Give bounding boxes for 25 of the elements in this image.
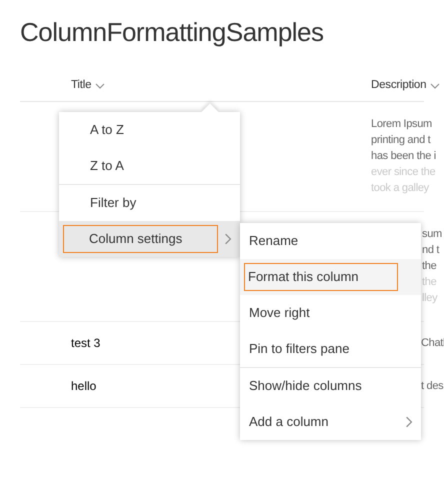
chevron-down-icon xyxy=(95,80,106,90)
description-text: Chatl xyxy=(421,336,444,351)
menu-item[interactable]: Add a column xyxy=(240,404,421,440)
description-text: sum xyxy=(422,227,442,242)
chevron-down-icon xyxy=(430,80,440,90)
column-header[interactable]: Title xyxy=(71,76,92,94)
description-text: has been the i xyxy=(371,149,436,164)
column-header[interactable]: Description xyxy=(371,76,426,94)
menu-item[interactable]: Z to A xyxy=(59,148,240,184)
menu-item[interactable]: Pin to filters pane xyxy=(240,331,421,367)
menu-item[interactable]: A to Z xyxy=(59,112,240,148)
description-text: t des xyxy=(421,379,444,394)
description-text: printing and t xyxy=(371,133,432,148)
menu-item[interactable]: Filter by xyxy=(59,185,240,221)
menu-item[interactable]: Format this column xyxy=(240,259,421,295)
description-text: the xyxy=(422,259,438,274)
title-cell: test 3 xyxy=(71,336,100,350)
description-text: nd t xyxy=(422,243,440,258)
description-text: Lorem Ipsum xyxy=(371,117,433,132)
menu-item[interactable]: Column settings xyxy=(59,221,240,257)
menu-item[interactable]: Rename xyxy=(240,223,421,259)
menu-item[interactable]: Move right xyxy=(240,295,421,331)
page-title: ColumnFormattingSamples xyxy=(20,16,325,49)
title-cell: hello xyxy=(71,379,96,393)
menu-item[interactable]: Show/hide columns xyxy=(240,368,421,404)
